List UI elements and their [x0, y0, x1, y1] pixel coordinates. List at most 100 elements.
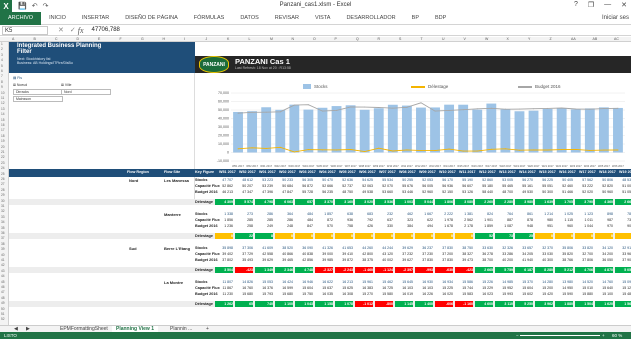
table-cell[interactable]: 2 280: [495, 199, 513, 205]
table-cell[interactable]: 35 493: [235, 257, 253, 263]
table-cell[interactable]: 50 960: [595, 189, 613, 195]
table-cell[interactable]: 5 212: [555, 267, 573, 273]
row-header-18[interactable]: 18: [1, 134, 5, 138]
row-header-35[interactable]: 35: [1, 226, 5, 230]
table-cell[interactable]: 4 706: [575, 267, 593, 273]
table-cell[interactable]: 15 880: [575, 291, 593, 297]
table-cell[interactable]: 39 473: [455, 257, 473, 263]
table-cell[interactable]: 0: [375, 233, 393, 239]
table-cell[interactable]: 5 574: [235, 199, 253, 205]
table-cell[interactable]: -423: [455, 267, 473, 273]
table-cell[interactable]: 3 080: [455, 199, 473, 205]
column-header-M[interactable]: M: [270, 37, 273, 41]
table-cell[interactable]: 47 847: [275, 189, 293, 195]
undo-icon[interactable]: ↶: [32, 2, 38, 10]
ribbon-tab-10[interactable]: BDP: [427, 12, 454, 25]
table-cell[interactable]: 40 200: [495, 257, 513, 263]
name-box[interactable]: K5: [2, 25, 48, 35]
table-cell[interactable]: 0: [555, 233, 573, 239]
table-cell[interactable]: 15 590: [555, 291, 573, 297]
table-cell[interactable]: 1 044: [575, 223, 593, 229]
table-cell[interactable]: 4 870: [595, 267, 613, 273]
table-cell[interactable]: 5 759: [495, 267, 513, 273]
table-cell[interactable]: 5 050: [615, 267, 631, 273]
ribbon-tab-3[interactable]: DISEÑO DE PÁGINA: [117, 12, 186, 25]
table-cell[interactable]: 951: [535, 223, 553, 229]
column-header-E[interactable]: E: [98, 37, 100, 41]
table-cell[interactable]: 15 793: [255, 291, 273, 297]
column-header-Y[interactable]: Y: [528, 37, 530, 41]
table-cell[interactable]: 51 466: [555, 189, 573, 195]
table-cell[interactable]: 16 023: [475, 291, 493, 297]
help-button[interactable]: ?: [574, 1, 578, 9]
column-header-D[interactable]: D: [77, 37, 80, 41]
table-cell[interactable]: 4 600: [475, 301, 493, 307]
table-cell[interactable]: 3 504: [215, 267, 233, 273]
ribbon-tab-5[interactable]: DATOS: [232, 12, 266, 25]
column-header-Z[interactable]: Z: [550, 37, 552, 41]
table-cell[interactable]: 16 035: [315, 291, 333, 297]
table-cell[interactable]: 5 250: [515, 301, 533, 307]
table-cell[interactable]: 1 003: [395, 199, 413, 205]
sign-in-link[interactable]: Iniciar ses: [602, 12, 629, 25]
table-cell[interactable]: 758: [335, 223, 353, 229]
table-cell[interactable]: -423: [235, 267, 253, 273]
table-cell[interactable]: 39 627: [395, 257, 413, 263]
table-cell[interactable]: 258: [235, 223, 253, 229]
row-header-49[interactable]: 49: [1, 301, 5, 305]
row-header-11[interactable]: 11: [1, 96, 4, 100]
row-header-50[interactable]: 50: [1, 307, 5, 311]
row-header-46[interactable]: 46: [1, 285, 5, 289]
column-header-V[interactable]: V: [464, 37, 466, 41]
row-header-15[interactable]: 15: [1, 118, 5, 122]
ribbon-tab-0[interactable]: ARCHIVO: [0, 11, 42, 25]
row-header-16[interactable]: 16: [1, 123, 5, 127]
table-cell[interactable]: 1 145: [395, 301, 413, 307]
table-cell[interactable]: 16 020: [435, 291, 453, 297]
row-header-17[interactable]: 17: [1, 128, 5, 132]
table-cell[interactable]: 37 806: [575, 257, 593, 263]
table-cell[interactable]: -800: [375, 301, 393, 307]
row-header-2[interactable]: 2: [1, 47, 3, 51]
table-cell[interactable]: 905: [615, 223, 631, 229]
table-cell[interactable]: 0: [455, 233, 473, 239]
table-cell[interactable]: 25: [515, 233, 533, 239]
column-header-O[interactable]: O: [313, 37, 316, 41]
row-header-6[interactable]: 6: [1, 69, 3, 73]
table-cell[interactable]: 1 349: [255, 267, 273, 273]
table-cell[interactable]: 39 872: [335, 257, 353, 263]
table-cell[interactable]: 0: [335, 233, 353, 239]
table-cell[interactable]: 1 100: [275, 301, 293, 307]
table-cell[interactable]: 15 420: [535, 291, 553, 297]
table-cell[interactable]: 39 985: [315, 257, 333, 263]
table-cell[interactable]: 847: [295, 223, 313, 229]
column-header-A[interactable]: A: [12, 37, 14, 41]
table-cell[interactable]: 3 790: [575, 199, 593, 205]
table-cell[interactable]: 3 110: [495, 301, 513, 307]
column-header-C[interactable]: C: [55, 37, 58, 41]
table-cell[interactable]: 0: [575, 233, 593, 239]
column-header-Q[interactable]: Q: [356, 37, 359, 41]
table-cell[interactable]: 11 230: [215, 291, 233, 297]
table-cell[interactable]: 2 660: [615, 199, 631, 205]
row-header-36[interactable]: 36: [1, 231, 5, 235]
table-cell[interactable]: 73: [495, 233, 513, 239]
table-cell[interactable]: 49 530: [515, 189, 533, 195]
table-cell[interactable]: 1 504: [575, 301, 593, 307]
table-cell[interactable]: 3 020: [355, 199, 373, 205]
worksheet[interactable]: Integrated Business Planning Filter Next…: [9, 42, 631, 325]
table-cell[interactable]: -993: [415, 267, 433, 273]
table-cell[interactable]: 22: [235, 233, 253, 239]
table-cell[interactable]: 249: [255, 223, 273, 229]
row-header-43[interactable]: 43: [1, 269, 5, 273]
table-cell[interactable]: 52 020: [575, 189, 593, 195]
column-header-S[interactable]: S: [399, 37, 401, 41]
table-cell[interactable]: -1 160: [455, 301, 473, 307]
column-header-G[interactable]: G: [141, 37, 144, 41]
table-cell[interactable]: 37 900: [615, 257, 631, 263]
row-header-44[interactable]: 44: [1, 274, 5, 278]
row-header-4[interactable]: 4: [1, 58, 3, 62]
table-cell[interactable]: 15 100: [595, 291, 613, 297]
table-cell[interactable]: 16 308: [335, 291, 353, 297]
table-cell[interactable]: 0: [535, 233, 553, 239]
